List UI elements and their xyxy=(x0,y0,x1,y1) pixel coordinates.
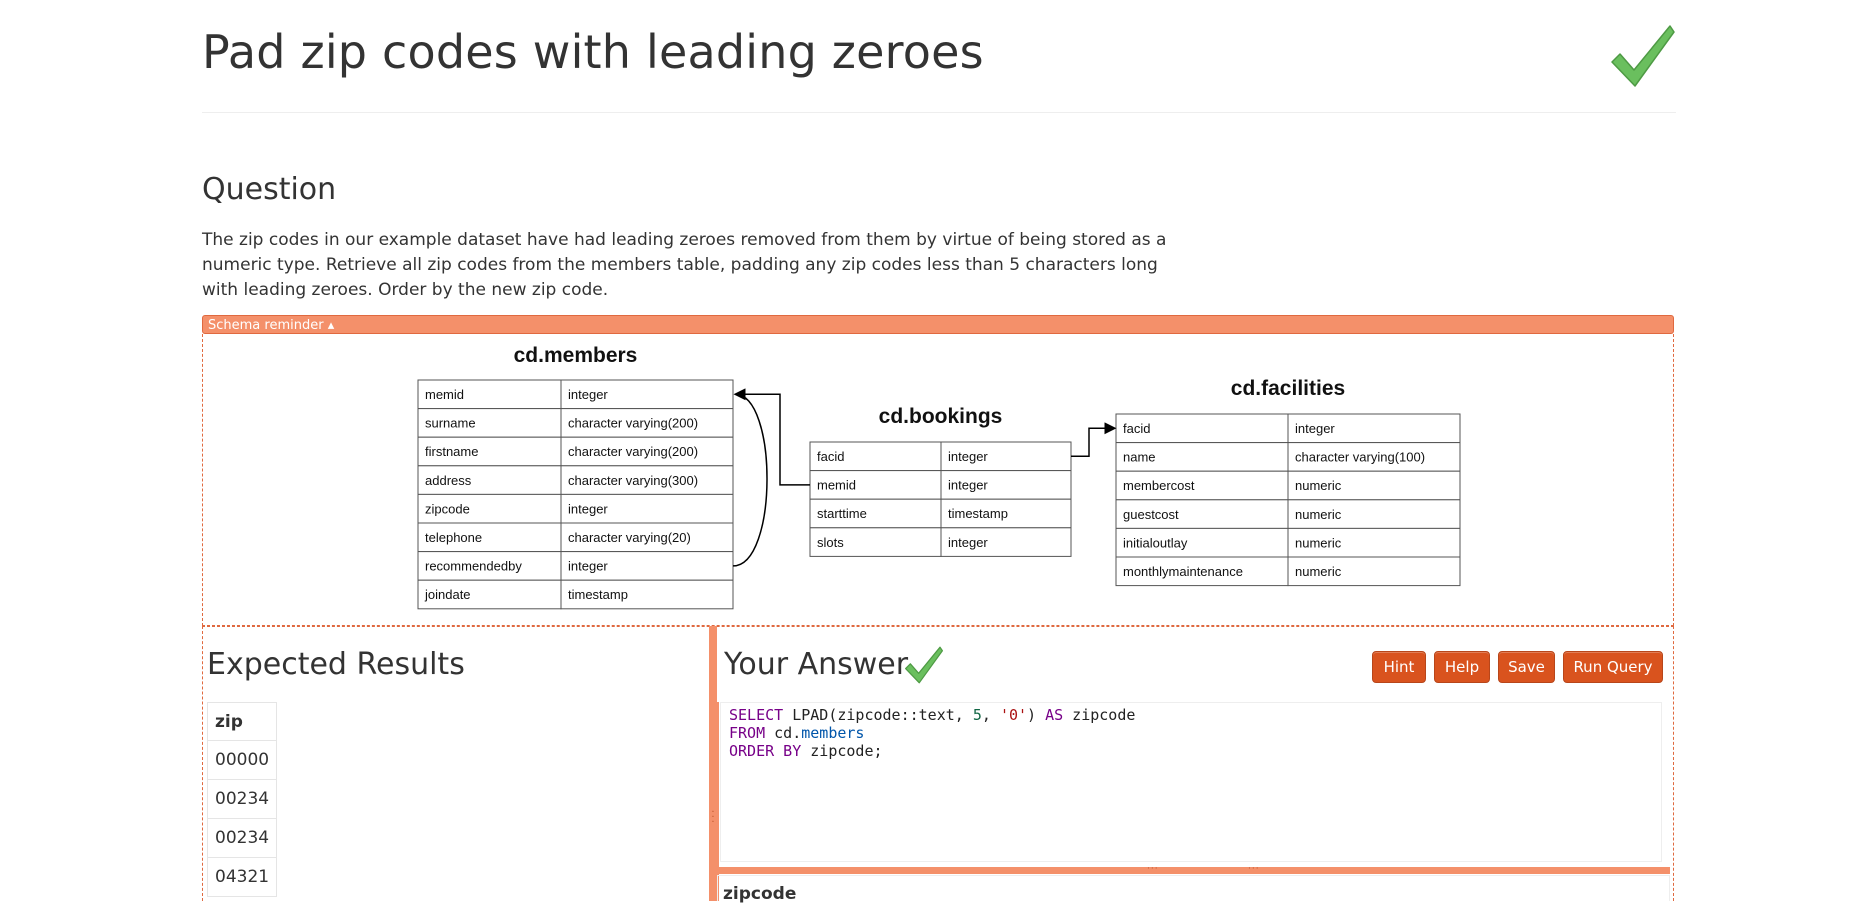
schema-column-name: joindate xyxy=(424,587,471,602)
vertical-splitter[interactable] xyxy=(709,626,717,901)
schema-column-type: timestamp xyxy=(948,506,1008,521)
title-divider xyxy=(202,112,1676,113)
schema-column-type: integer xyxy=(948,535,988,550)
question-text: The zip codes in our example dataset hav… xyxy=(202,230,1167,300)
schema-column-name: firstname xyxy=(425,444,478,459)
schema-column-type: character varying(300) xyxy=(568,473,698,488)
schema-column-type: integer xyxy=(948,478,988,493)
schema-column-type: integer xyxy=(1295,421,1335,436)
horizontal-splitter[interactable] xyxy=(717,867,1670,874)
schema-column-name: facid xyxy=(817,449,844,464)
code-text: , xyxy=(981,706,1000,724)
page-title: Pad zip codes with leading zeroes xyxy=(202,25,984,79)
help-button[interactable]: Help xyxy=(1434,651,1490,683)
run-query-button[interactable]: Run Query xyxy=(1563,651,1663,683)
schema-column-name: memid xyxy=(425,387,464,402)
code-text: ) xyxy=(1027,706,1046,724)
hint-button[interactable]: Hint xyxy=(1372,651,1426,683)
schema-column-type: integer xyxy=(568,559,608,574)
left-panel-border xyxy=(202,626,203,901)
schema-column-name: memid xyxy=(817,478,856,493)
check-mark-icon xyxy=(1611,25,1675,87)
schema-column-type: numeric xyxy=(1295,478,1342,493)
splitter-grip-icon[interactable]: ··· xyxy=(1147,865,1159,874)
right-panel-border xyxy=(1673,626,1674,901)
code-keyword: ORDER BY xyxy=(729,742,802,760)
code-table-name: members xyxy=(801,724,865,742)
schema-column-name: name xyxy=(1123,450,1156,465)
schema-column-name: address xyxy=(425,473,472,488)
schema-column-name: initialoutlay xyxy=(1123,535,1188,550)
code-keyword: AS xyxy=(1045,706,1064,724)
schema-table-title: cd.facilities xyxy=(1231,377,1345,400)
schema-column-name: slots xyxy=(817,535,844,550)
schema-column-type: character varying(200) xyxy=(568,444,698,459)
code-text: zipcode xyxy=(1063,706,1136,724)
schema-column-type: character varying(100) xyxy=(1295,450,1425,465)
code-keyword: FROM xyxy=(729,724,766,742)
expected-results-heading: Expected Results xyxy=(207,647,465,682)
splitter-grip-icon[interactable]: ··· xyxy=(1248,865,1260,874)
code-keyword: SELECT xyxy=(729,706,784,724)
table-row: 00234 xyxy=(206,779,278,819)
schema-column-name: membercost xyxy=(1123,478,1195,493)
schema-column-type: character varying(20) xyxy=(568,530,691,545)
code-text: cd. xyxy=(765,724,802,742)
schema-column-type: integer xyxy=(568,387,608,402)
query-result-panel xyxy=(717,875,1670,901)
relationship-connector xyxy=(1071,422,1117,458)
schema-column-type: numeric xyxy=(1295,564,1342,579)
schema-column-name: guestcost xyxy=(1123,507,1179,522)
schema-column-name: surname xyxy=(425,416,476,431)
result-column-header: zipcode xyxy=(723,884,797,904)
code-string: '0' xyxy=(999,706,1028,724)
code-number: 5 xyxy=(972,706,982,724)
schema-diagram: cd.members memid integer surname character v… xyxy=(417,344,1461,610)
check-mark-icon xyxy=(905,646,943,684)
schema-column-type: timestamp xyxy=(568,587,628,602)
schema-column-type: character varying(200) xyxy=(568,416,698,431)
schema-column-type: numeric xyxy=(1295,507,1342,522)
column-header: zip xyxy=(206,702,278,741)
table-row: 00000 xyxy=(206,740,278,780)
schema-table-title: cd.bookings xyxy=(879,405,1003,428)
question-heading: Question xyxy=(202,172,337,207)
table-header-row: zip xyxy=(206,702,278,741)
code-text: zipcode; xyxy=(801,742,883,760)
table-cell: 04321 xyxy=(206,857,278,897)
table-row: 00234 xyxy=(206,818,278,858)
splitter-grip-icon[interactable]: ··· xyxy=(711,808,715,828)
code-text: LPAD(zipcode::text, xyxy=(783,706,973,724)
relationship-connector xyxy=(733,388,810,486)
table-cell: 00000 xyxy=(206,740,278,780)
schema-column-name: facid xyxy=(1123,421,1150,436)
schema-column-name: telephone xyxy=(425,530,482,545)
schema-column-type: numeric xyxy=(1295,535,1342,550)
schema-column-name: monthlymaintenance xyxy=(1123,564,1243,579)
sql-editor[interactable]: SELECT LPAD(zipcode::text, 5, '0') AS zi… xyxy=(720,702,1662,862)
schema-column-type: integer xyxy=(568,501,608,516)
schema-column-name: starttime xyxy=(817,506,867,521)
relationship-connector xyxy=(732,393,768,567)
schema-column-name: recommendedby xyxy=(425,559,522,574)
schema-table-title: cd.members xyxy=(514,344,638,367)
schema-diagram-panel: cd.members memid integer surname character v… xyxy=(202,334,1674,626)
expected-results-table: zip 00000 00234 00234 04321 xyxy=(206,702,278,897)
table-row: 04321 xyxy=(206,857,278,897)
table-cell: 00234 xyxy=(206,818,278,858)
panel-divider xyxy=(202,626,1674,627)
save-button[interactable]: Save xyxy=(1498,651,1555,683)
schema-reminder-toggle[interactable]: Schema reminder ▴ xyxy=(202,315,1674,334)
schema-column-type: integer xyxy=(948,449,988,464)
your-answer-heading: Your Answer xyxy=(724,647,909,682)
schema-column-name: zipcode xyxy=(425,501,470,516)
table-cell: 00234 xyxy=(206,779,278,819)
